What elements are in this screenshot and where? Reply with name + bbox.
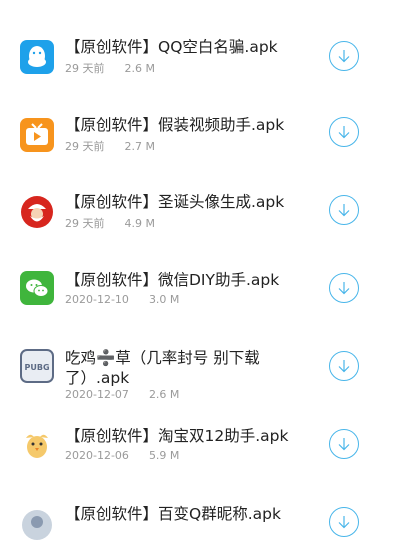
file-size: 3.0 M xyxy=(148,293,180,306)
file-date: 29 天前 xyxy=(65,62,105,75)
file-meta: 29 天前 4.9 M xyxy=(65,215,155,231)
download-arrow-icon xyxy=(338,360,350,373)
file-meta: 2020-12-10 3.0 M xyxy=(65,293,179,306)
file-date: 2020-12-07 xyxy=(65,388,129,401)
download-button[interactable] xyxy=(329,351,359,381)
avatar-icon xyxy=(20,508,54,542)
download-button[interactable] xyxy=(329,195,359,225)
download-arrow-icon xyxy=(338,516,350,529)
file-size: 4.9 M xyxy=(124,217,155,230)
file-size: 2.7 M xyxy=(124,140,155,153)
file-meta: 2020-12-06 5.9 M xyxy=(65,449,179,462)
file-title[interactable]: 吃鸡➗草（几率封号 别下载了）.apk xyxy=(65,348,280,388)
download-button[interactable] xyxy=(329,41,359,71)
file-meta: 29 天前 2.7 M xyxy=(65,138,155,154)
download-button[interactable] xyxy=(329,507,359,537)
file-date: 2020-12-06 xyxy=(65,449,129,462)
santa-icon xyxy=(20,195,54,229)
file-title[interactable]: 【原创软件】假装视频助手.apk xyxy=(65,115,305,135)
video-tv-icon xyxy=(20,118,54,152)
file-size: 2.6 M xyxy=(124,62,155,75)
wechat-icon xyxy=(20,271,54,305)
file-title[interactable]: 【原创软件】QQ空白名骗.apk xyxy=(65,37,305,57)
download-button[interactable] xyxy=(329,273,359,303)
download-button[interactable] xyxy=(329,117,359,147)
download-button[interactable] xyxy=(329,429,359,459)
file-title[interactable]: 【原创软件】百变Q群昵称.apk xyxy=(65,504,305,524)
download-arrow-icon xyxy=(338,204,350,217)
file-date: 29 天前 xyxy=(65,140,105,153)
qq-penguin-icon xyxy=(20,40,54,74)
file-size: 5.9 M xyxy=(148,449,180,462)
file-title[interactable]: 【原创软件】圣诞头像生成.apk xyxy=(65,192,305,212)
chick-mascot-icon xyxy=(20,428,54,462)
svg-text:PUBG: PUBG xyxy=(24,363,49,372)
download-arrow-icon xyxy=(338,50,350,63)
file-title[interactable]: 【原创软件】微信DIY助手.apk xyxy=(65,270,305,290)
file-date: 2020-12-10 xyxy=(65,293,129,306)
file-date: 29 天前 xyxy=(65,217,105,230)
download-arrow-icon xyxy=(338,282,350,295)
file-meta: 2020-12-07 2.6 M xyxy=(65,388,179,401)
file-title[interactable]: 【原创软件】淘宝双12助手.apk xyxy=(65,426,305,446)
download-arrow-icon xyxy=(338,126,350,139)
file-meta: 29 天前 2.6 M xyxy=(65,60,155,76)
pubg-icon: PUBG xyxy=(20,349,54,383)
file-size: 2.6 M xyxy=(148,388,180,401)
download-arrow-icon xyxy=(338,438,350,451)
